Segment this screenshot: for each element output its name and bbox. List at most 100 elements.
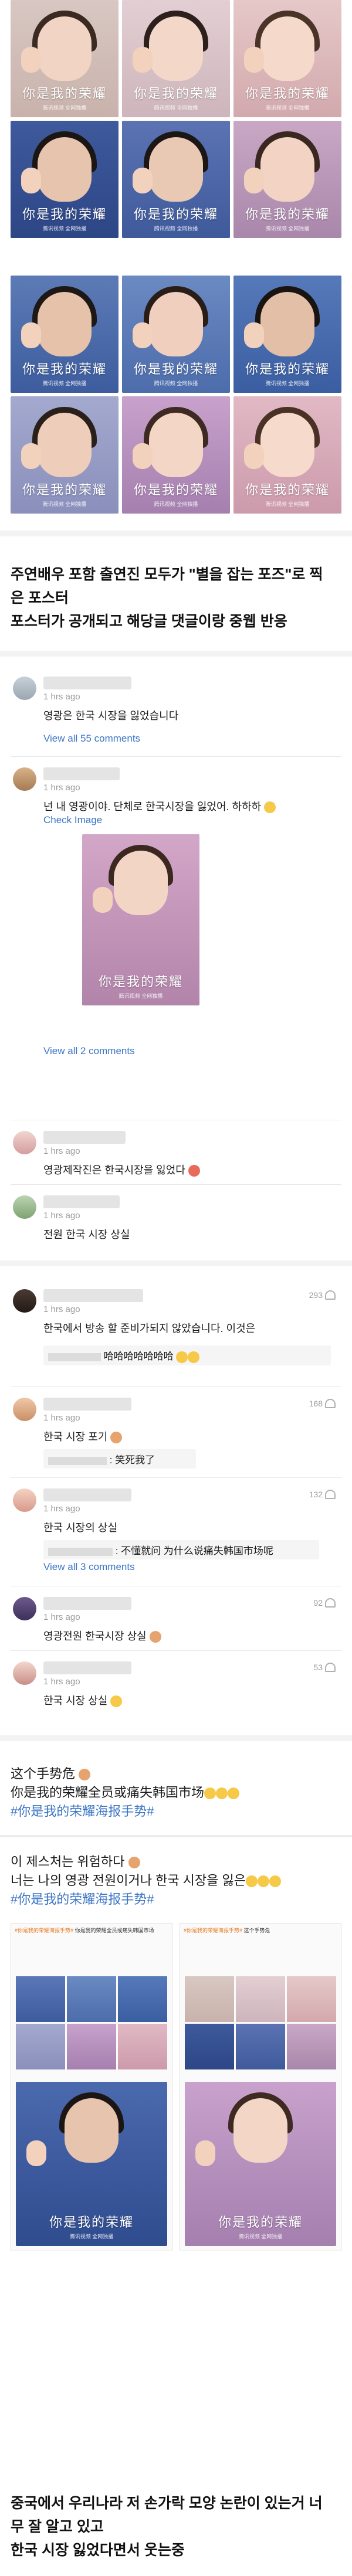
weibo-line: 这个手势危 [11,1765,341,1783]
poster-thumbnail[interactable] [185,1976,234,2022]
poster-thumbnail[interactable] [287,1976,336,2022]
username-redacted[interactable] [43,1289,143,1302]
hashtag-link[interactable]: #你是我的荣耀海报手势# [11,1890,341,1909]
heart-icon[interactable] [325,1598,336,1608]
poster-logo: 你是我的荣耀 [245,362,330,377]
avatar[interactable] [13,1131,36,1154]
poster-thumbnail[interactable] [118,1976,167,2022]
avatar[interactable] [13,1195,36,1219]
like-count[interactable]: 92 [313,1598,336,1608]
laughing-emoji-icon [110,1695,123,1708]
username-redacted[interactable] [43,1195,120,1208]
comment-time: 1 hrs ago [43,1504,80,1514]
poster-thumbnail[interactable] [185,2024,234,2069]
poster-image: 你是我的荣耀 腾讯视频 全网独播 [122,0,230,117]
section-separator [0,1260,352,1266]
comment-text: 영광은 한국 시장을 잃었습니다 [43,710,179,722]
footer-commentary: 중국에서 우리나라 저 손가락 모양 논란이 있는거 너 무 잘 알고 있고 한… [11,2492,341,2562]
poster-subtitle: 腾讯视频 全网独播 [154,105,198,111]
like-count[interactable]: 293 [309,1290,336,1300]
avatar[interactable] [13,1597,36,1620]
poster-thumbnail[interactable] [67,2024,116,2069]
avatar[interactable] [13,1289,36,1313]
poster-subtitle: 腾讯视频 全网独播 [265,226,310,232]
reply-preview[interactable]: 哈哈哈哈哈哈哈 [43,1345,331,1365]
poster-subtitle: 腾讯视频 全网独播 [238,2234,283,2239]
poster-grid-second: 你是我的荣耀 腾讯视频 全网独播 你是我的荣耀 腾讯视频 全网独播 你是我的荣耀… [11,276,341,514]
post-main-poster[interactable]: 你是我的荣耀 腾讯视频 全网独播 [185,2082,336,2246]
view-all-comments-link[interactable]: View all 3 comments [43,1561,135,1573]
footer-line: 한국 시장 잃었다면서 웃는중 [11,2542,185,2558]
avatar[interactable] [13,677,36,700]
username-redacted[interactable] [43,677,131,689]
attached-poster-image[interactable]: 你是我的荣耀 腾讯视频 全网独播 [82,834,199,1005]
reply-text: 哈哈哈哈哈哈哈 [103,1351,174,1362]
headline-line: 포스터가 공개되고 해당글 댓글이랑 중웹 반응 [11,613,287,630]
comment-item: 53 1 hrs ago 한국 시장 상실 [11,1659,341,1712]
laughing-emoji-icon [258,1875,269,1888]
reply-preview[interactable]: : 不懂就问 为什么说痛失韩国市场呢 [43,1540,319,1559]
poster-logo: 你是我的荣耀 [22,362,107,377]
headline-line: 은 포스터 [11,590,69,606]
poster-image: 你是我的荣耀 腾讯视频 全网独播 [122,121,230,238]
comment-time: 1 hrs ago [43,783,80,793]
poster-thumbnail[interactable] [236,2024,285,2069]
post-hashtag: #你是我的荣耀海报手势# [15,1928,74,1933]
comment-item: 92 1 hrs ago 영광전원 한국시장 상실 [11,1595,341,1647]
like-count[interactable]: 168 [309,1399,336,1408]
comment-text: 넌 내 영광이야. 단체로 한국시장을 잃었어. 하하하 [43,801,262,813]
comment-item: 1 hrs ago 영광은 한국 시장을 잃었습니다 View all 55 c… [11,674,341,750]
like-count-value: 132 [309,1490,323,1499]
poster-thumbnail[interactable] [118,2024,167,2069]
avatar[interactable] [13,1488,36,1512]
poster-subtitle: 腾讯视频 全网独播 [119,993,163,999]
poster-thumbnail[interactable] [16,2024,65,2069]
poster-thumbnail[interactable] [67,1976,116,2022]
poster-image: 你是我的荣耀 腾讯视频 全网独播 [11,121,119,238]
poster-subtitle: 腾讯视频 全网独播 [265,105,310,111]
view-all-comments-link[interactable]: View all 55 comments [43,733,140,745]
divider [11,1650,341,1651]
poster-thumbnail[interactable] [236,1976,285,2022]
headline-line: 주연배우 포함 출연진 모두가 "별을 잡는 포즈"로 찍 [11,566,323,583]
reply-username-redacted [48,1352,101,1361]
heart-icon[interactable] [325,1399,336,1408]
poster-thumbnail[interactable] [287,2024,336,2069]
poster-grid-top: 你是我的荣耀 腾讯视频 全网独播 你是我的荣耀 腾讯视频 全网独播 你是我的荣耀… [11,0,341,238]
username-redacted[interactable] [43,767,120,780]
poster-subtitle: 腾讯视频 全网独播 [69,2234,114,2239]
comment-time: 1 hrs ago [43,1677,80,1687]
comment-item: 293 1 hrs ago 한국에서 방송 할 준비가되지 않았습니다. 이것은… [11,1287,341,1381]
poster-thumbnail[interactable] [16,1976,65,2022]
check-image-link[interactable]: Check Image [43,814,102,826]
avatar[interactable] [13,767,36,791]
hashtag-link[interactable]: #你是我的荣耀海报手势# [11,1802,341,1821]
username-redacted[interactable] [43,1661,131,1674]
section-separator [0,1735,352,1741]
poster-logo: 你是我的荣耀 [22,87,107,101]
comment-item: 1 hrs ago 전원 한국 시장 상실 [11,1193,341,1246]
username-redacted[interactable] [43,1488,131,1501]
heart-icon[interactable] [325,1290,336,1300]
avatar[interactable] [13,1398,36,1421]
like-count[interactable]: 53 [313,1663,336,1672]
username-redacted[interactable] [43,1398,131,1411]
comment-item: 1 hrs ago 영광제작진은 한국시장을 잃었다 [11,1129,341,1181]
poster-image: 你是我的荣耀 腾讯视频 全网独播 [11,396,119,514]
heart-icon[interactable] [325,1663,336,1672]
hand-emoji-icon [128,1857,140,1869]
comment-text: 한국에서 방송 할 준비가되지 않았습니다. 이것은 [43,1323,256,1334]
poster-logo: 你是我的荣耀 [49,2215,134,2230]
username-redacted[interactable] [43,1597,131,1610]
avatar[interactable] [13,1661,36,1685]
post-main-poster[interactable]: 你是我的荣耀 腾讯视频 全网独播 [16,2082,167,2246]
view-all-comments-link[interactable]: View all 2 comments [43,1045,135,1057]
poster-subtitle: 腾讯视频 全网独播 [42,501,87,507]
comment-text: 한국 시장의 상실 [43,1522,117,1534]
like-count[interactable]: 132 [309,1490,336,1499]
heart-icon[interactable] [325,1490,336,1499]
reply-text: : 不懂就问 为什么说痛失韩国市场呢 [115,1545,273,1557]
username-redacted[interactable] [43,1131,126,1144]
reply-preview[interactable]: : 笑死我了 [43,1449,196,1469]
poster-logo: 你是我的荣耀 [245,87,330,101]
